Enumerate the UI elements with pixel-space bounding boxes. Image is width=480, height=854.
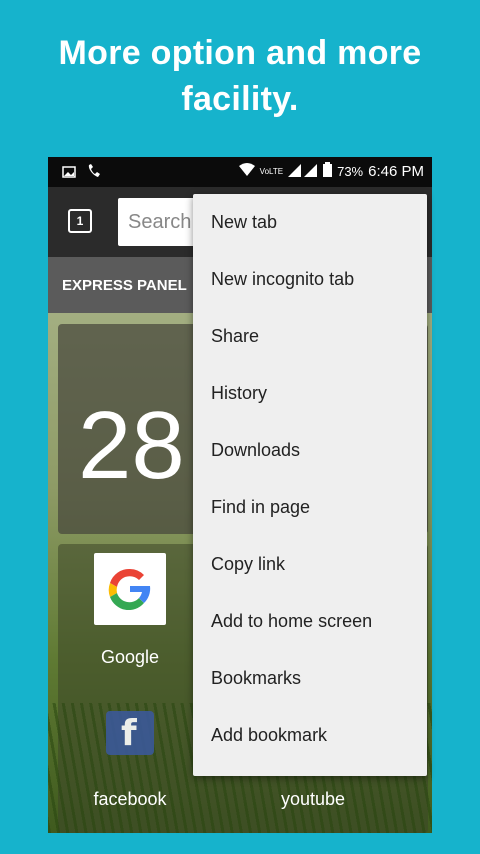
tab-express-panel[interactable]: EXPRESS PANEL	[62, 277, 187, 294]
signal-icon	[288, 163, 318, 181]
network-type: VoLTE	[259, 167, 284, 176]
menu-item-new-tab[interactable]: New tab	[193, 194, 427, 251]
headline-line-1: More option and more	[58, 34, 422, 72]
menu-item-history[interactable]: History	[193, 365, 427, 422]
call-icon	[86, 163, 102, 183]
date-number: 28	[78, 392, 185, 499]
menu-item-add-bookmark[interactable]: Add bookmark	[193, 707, 427, 764]
youtube-label[interactable]: youtube	[253, 789, 373, 810]
headline-line-2: facility.	[181, 80, 299, 118]
promo-headline: More option and more facility.	[0, 30, 480, 122]
google-label: Google	[100, 647, 160, 667]
menu-item-copy-link[interactable]: Copy link	[193, 536, 427, 593]
tab-switcher-button[interactable]: 1	[68, 209, 92, 233]
image-notification-icon	[62, 165, 76, 182]
battery-icon	[323, 162, 333, 181]
google-icon	[108, 568, 151, 611]
facebook-icon[interactable]: f	[106, 711, 154, 755]
menu-item-add-to-home-screen[interactable]: Add to home screen	[193, 593, 427, 650]
menu-item-bookmarks[interactable]: Bookmarks	[193, 650, 427, 707]
menu-item-new-incognito-tab[interactable]: New incognito tab	[193, 251, 427, 308]
overflow-menu: New tab New incognito tab Share History …	[193, 194, 427, 776]
menu-item-share[interactable]: Share	[193, 308, 427, 365]
wifi-icon	[238, 163, 255, 180]
facebook-label[interactable]: facebook	[70, 789, 190, 810]
battery-percent: 73%	[337, 164, 364, 179]
google-speed-dial[interactable]	[94, 553, 166, 625]
menu-item-find-in-page[interactable]: Find in page	[193, 479, 427, 536]
clock-time: 6:46 PM	[368, 163, 424, 180]
status-bar: VoLTE 73% 6:46 PM	[48, 157, 432, 187]
menu-item-downloads[interactable]: Downloads	[193, 422, 427, 479]
